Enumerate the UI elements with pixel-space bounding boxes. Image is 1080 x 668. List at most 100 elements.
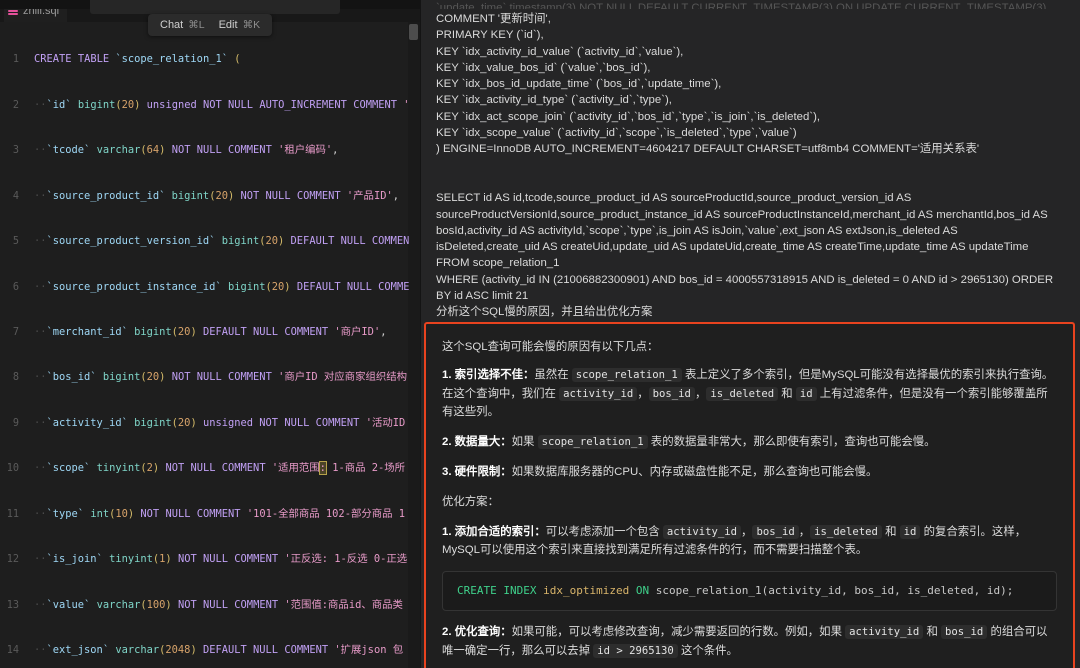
line-number: 14: [6, 645, 19, 657]
code-line[interactable]: 13 ··`value` varchar(100) NOT NULL COMMEN…: [0, 598, 420, 613]
answer-intro: 这个SQL查询可能会慢的原因有以下几点：: [442, 341, 659, 353]
inline-code: bos_id: [752, 524, 799, 539]
ai-hint-bubble[interactable]: Chat ⌘L Edit ⌘K: [148, 14, 273, 36]
code-area[interactable]: 1 CREATE TABLE `scope_relation_1` ( 2 ··`i…: [0, 22, 420, 668]
sql-code-block[interactable]: CREATE INDEX idx_optimized ON scope_rela…: [442, 571, 1057, 612]
editor-minimap: [408, 22, 420, 668]
code-line[interactable]: 12 ··`is_join` tinyint(1) NOT NULL COMMEN…: [0, 552, 420, 567]
inline-code: is_deleted: [810, 524, 882, 539]
line-content[interactable]: ··`ext_json` varchar(2048) DEFAULT NULL …: [28, 643, 420, 658]
user-message-line: KEY `idx_bos_id_update_time` (`bos_id`,`…: [436, 78, 722, 91]
line-content[interactable]: ··`merchant_id` bigint(20) DEFAULT NULL …: [28, 325, 420, 340]
answer-reason-3-heading: 3. 硬件限制：: [442, 465, 512, 478]
code-line[interactable]: 6 ··`source_product_instance_id` bigint(2…: [0, 280, 420, 295]
line-number: 7: [12, 327, 19, 339]
line-content[interactable]: ··`source_product_id` bigint(20) NOT NUL…: [28, 189, 420, 204]
line-content[interactable]: ··`activity_id` bigint(20) unsigned NOT …: [28, 416, 420, 431]
text: 如果可能，可以考虑修改查询，减少需要返回的行数。例如，如果: [511, 626, 846, 639]
ai-hint-chat-shortcut: ⌘L: [188, 19, 205, 31]
code-line[interactable]: 8 ··`bos_id` bigint(20) NOT NULL COMMENT …: [0, 370, 420, 385]
inline-code: bos_id: [941, 625, 988, 640]
code-line[interactable]: 7 ··`merchant_id` bigint(20) DEFAULT NULL…: [0, 325, 420, 340]
ai-hint-edit-shortcut: ⌘K: [242, 19, 261, 31]
editor-pane: zhili.sql 1 CREATE TABLE `scope_relation_…: [0, 0, 420, 668]
text: 如果数据库服务器的CPU、内存或磁盘性能不足，那么查询也可能会慢。: [511, 465, 878, 478]
answer-solutions-heading: 优化方案：: [442, 495, 499, 508]
code-line[interactable]: 1 CREATE TABLE `scope_relation_1` (: [0, 52, 420, 67]
user-message: COMMENT '更新时间', PRIMARY KEY (`id`), KEY …: [436, 9, 1064, 321]
ai-hint-edit[interactable]: Edit ⌘K: [219, 19, 260, 31]
user-message-line: KEY `idx_activity_id_value` (`activity_i…: [436, 45, 684, 58]
line-number: 4: [12, 190, 19, 202]
text: ，: [798, 525, 811, 538]
sql-keyword-on: ON: [635, 584, 650, 598]
ai-hint-chat[interactable]: Chat ⌘L: [160, 19, 205, 31]
text: ，: [694, 387, 707, 400]
user-message-line: PRIMARY KEY (`id`),: [436, 29, 544, 42]
user-message-line: KEY `idx_activity_id_type` (`activity_id…: [436, 94, 672, 107]
ai-hint-edit-label: Edit: [218, 19, 238, 31]
line-number: 12: [6, 554, 19, 566]
text: 这个条件。: [677, 644, 738, 657]
code-line[interactable]: 9 ··`activity_id` bigint(20) unsigned NOT…: [0, 416, 420, 431]
clipped-ddl-line: `update_time` timestamp(3) NOT NULL DEFA…: [436, 2, 1047, 9]
line-content[interactable]: ··`value` varchar(100) NOT NULL COMMENT …: [28, 598, 420, 613]
answer-reason-1-heading: 1. 索引选择不佳：: [442, 368, 535, 381]
line-number: 3: [12, 145, 19, 157]
code-line[interactable]: 2 ··`id` bigint(20) unsigned NOT NULL AUT…: [0, 98, 420, 113]
ai-hint-chat-label: Chat: [160, 19, 184, 31]
answer-reason-3: 3. 硬件限制：如果数据库服务器的CPU、内存或磁盘性能不足，那么查询也可能会慢…: [442, 463, 1057, 482]
line-content[interactable]: ··`tcode` varchar(64) NOT NULL COMMENT '…: [28, 143, 420, 158]
line-content[interactable]: ··`source_product_version_id` bigint(20)…: [28, 234, 420, 249]
user-message-line: KEY `idx_scope_value` (`activity_id`,`sc…: [436, 127, 797, 140]
inline-code: scope_relation_1: [537, 435, 648, 450]
text: ，: [637, 387, 649, 400]
code-line[interactable]: 11 ··`type` int(10) NOT NULL COMMENT '101…: [0, 507, 420, 522]
editor-scrollbar-thumb[interactable]: [409, 24, 418, 40]
text: ，: [741, 525, 753, 538]
sql-index-name: idx_optimized: [536, 584, 636, 598]
line-content[interactable]: ··`is_join` tinyint(1) NOT NULL COMMENT …: [28, 552, 420, 567]
line-content[interactable]: CREATE TABLE `scope_relation_1` (: [28, 52, 420, 67]
line-number: 2: [12, 99, 19, 111]
user-message-line: KEY `idx_value_bos_id` (`value`,`bos_id`…: [436, 61, 651, 74]
user-question: 分析这个SQL慢的原因，并且给出优化方案: [436, 306, 653, 319]
text: 如果: [511, 436, 538, 449]
answer-solution-1: 1. 添加合适的索引：可以考虑添加一个包含 activity_id， bos_id…: [442, 523, 1057, 561]
user-query-line: FROM scope_relation_1: [436, 257, 560, 270]
line-number: 5: [12, 236, 19, 248]
line-number: 13: [6, 599, 19, 611]
line-number: 9: [12, 417, 19, 429]
answer-solution-2-heading: 2. 优化查询：: [442, 626, 512, 639]
inline-code: scope_relation_1: [571, 367, 682, 382]
sql-table-name: scope_relation_1: [649, 584, 762, 598]
user-message-line: COMMENT '更新时间',: [436, 13, 551, 25]
text: 表的数据量非常大，那么即使有索引，查询也可能会慢。: [647, 436, 936, 449]
code-line[interactable]: 3 ··`tcode` varchar(64) NOT NULL COMMENT …: [0, 143, 420, 158]
cursor-editor-window: zhili.sql 1 CREATE TABLE `scope_relation_…: [0, 0, 1080, 668]
pane-divider: [420, 0, 421, 668]
text: 虽然在: [534, 368, 572, 381]
line-number: 1: [12, 54, 19, 66]
code-line[interactable]: 5 ··`source_product_version_id` bigint(20…: [0, 234, 420, 249]
line-content[interactable]: ··`scope` tinyint(2) NOT NULL COMMENT '适…: [28, 461, 420, 476]
code-line[interactable]: 10 ··`scope` tinyint(2) NOT NULL COMMENT …: [0, 461, 420, 476]
inline-code: is_deleted: [706, 386, 779, 401]
line-content[interactable]: ··`id` bigint(20) unsigned NOT NULL AUTO…: [28, 98, 420, 113]
line-content[interactable]: ··`bos_id` bigint(20) NOT NULL COMMENT '…: [28, 370, 420, 385]
text: 可以考虑添加一个包含: [545, 525, 663, 538]
line-content[interactable]: ··`source_product_instance_id` bigint(20…: [28, 280, 420, 295]
inline-code: id: [899, 524, 921, 539]
code-line[interactable]: 4 ··`source_product_id` bigint(20) NOT NU…: [0, 189, 420, 204]
sql-keyword: CREATE INDEX: [457, 584, 537, 598]
line-content[interactable]: ··`type` int(10) NOT NULL COMMENT '101-全…: [28, 507, 420, 522]
answer-reason-2-heading: 2. 数据量大：: [442, 436, 512, 449]
inline-code: id: [795, 386, 817, 401]
code-line[interactable]: 14 ··`ext_json` varchar(2048) DEFAULT NUL…: [0, 643, 420, 658]
answer-solution-2: 2. 优化查询：如果可能，可以考虑修改查询，减少需要返回的行数。例如，如果 ac…: [442, 623, 1057, 661]
text: 和: [778, 387, 796, 400]
text: 和: [881, 525, 900, 538]
inline-code: activity_id: [845, 625, 924, 640]
user-query-line: WHERE (activity_id IN (21006882300901) A…: [436, 273, 1054, 303]
